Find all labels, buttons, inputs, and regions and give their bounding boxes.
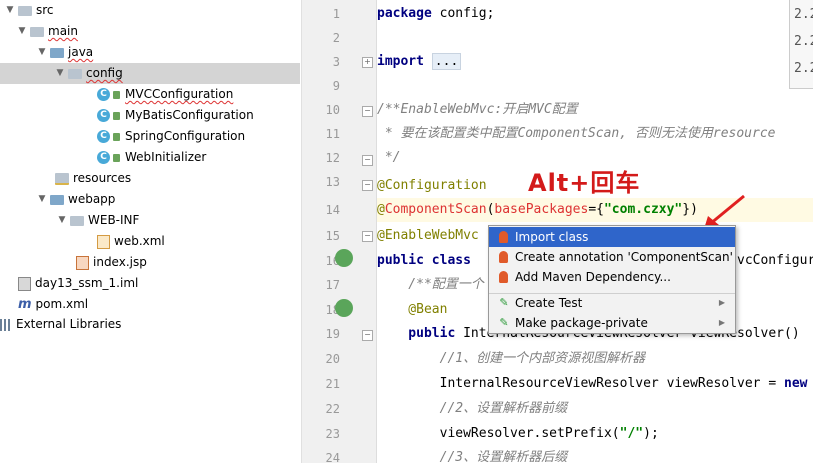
tree-item-mybatisconfiguration[interactable]: C MyBatisConfiguration xyxy=(97,105,254,126)
line-number: 24 xyxy=(325,451,340,465)
tree-item-mvcconfiguration[interactable]: C MVCConfiguration xyxy=(97,84,233,105)
resources-folder-icon xyxy=(55,172,69,185)
expand-arrow-icon[interactable]: ▼ xyxy=(16,21,28,42)
intention-actions-popup: Import class Create annotation 'Componen… xyxy=(488,225,736,334)
web-folder-icon xyxy=(50,194,64,205)
line-number: 13 xyxy=(325,175,340,189)
tree-item-config[interactable]: ▼ config xyxy=(0,63,300,84)
error-bulb-icon xyxy=(499,251,508,263)
line-number: 22 xyxy=(325,402,340,416)
code-line: //3、设置解析器后缀 xyxy=(377,450,568,463)
class-icon: C xyxy=(97,130,110,143)
error-bulb-icon xyxy=(499,231,508,243)
folder-icon xyxy=(18,5,32,16)
pencil-icon: ✎ xyxy=(499,296,509,309)
code-line: //1、创建一个内部资源视图解析器 xyxy=(377,351,646,366)
package-icon xyxy=(68,68,82,79)
tree-item-main[interactable]: ▼ main xyxy=(16,21,78,42)
line-number: 21 xyxy=(325,377,340,391)
code-line: //2、设置解析器前缀 xyxy=(377,401,568,416)
tree-item-webapp[interactable]: ▼ webapp xyxy=(36,189,116,210)
fold-collapse-icon[interactable]: − xyxy=(362,330,373,341)
lock-icon xyxy=(113,132,120,141)
line-number: 3 xyxy=(332,55,340,69)
line-number: 14 xyxy=(325,203,340,217)
module-file-icon xyxy=(18,276,31,291)
source-folder-icon xyxy=(50,47,64,58)
class-icon: C xyxy=(97,88,110,101)
fold-expand-icon[interactable]: + xyxy=(362,57,373,68)
lock-icon xyxy=(113,90,120,99)
project-tree: ▼ src ▼ main ▼ java ▼ config C MVCConfigurati… xyxy=(0,0,302,463)
popup-item-create-test[interactable]: ✎ Create Test ▶ xyxy=(489,293,735,313)
line-number: 16 xyxy=(325,254,340,268)
pencil-icon: ✎ xyxy=(499,316,509,329)
line-number: 1 xyxy=(332,7,340,21)
line-number: 12 xyxy=(325,151,340,165)
code-line: InternalResourceViewResolver viewResolve… xyxy=(377,376,808,391)
code-line: package config; xyxy=(377,6,495,21)
popup-item-import-class[interactable]: Import class xyxy=(489,227,735,247)
spring-bean-gutter-icon[interactable] xyxy=(335,299,353,317)
code-line: viewResolver.setPrefix("/"); xyxy=(377,426,659,441)
folder-icon xyxy=(70,215,84,226)
right-side-panel: 2.2 2.2 2.2 xyxy=(789,0,813,89)
class-icon: C xyxy=(97,151,110,164)
line-number: 10 xyxy=(325,103,340,117)
line-number: 2 xyxy=(332,31,340,45)
expand-arrow-icon[interactable]: ▼ xyxy=(54,63,66,84)
submenu-arrow-icon: ▶ xyxy=(718,318,725,327)
expand-arrow-icon[interactable]: ▼ xyxy=(56,210,68,231)
tree-item-java[interactable]: ▼ java xyxy=(36,42,94,63)
folder-icon xyxy=(30,26,44,37)
line-number: 19 xyxy=(325,327,340,341)
line-number: 20 xyxy=(325,352,340,366)
spring-bean-gutter-icon[interactable] xyxy=(335,249,353,267)
submenu-arrow-icon: ▶ xyxy=(718,298,725,307)
lock-icon xyxy=(113,111,120,120)
tree-item-index-jsp[interactable]: index.jsp xyxy=(76,252,147,273)
tree-item-webinitializer[interactable]: C WebInitializer xyxy=(97,147,206,168)
line-number: 11 xyxy=(325,127,340,141)
code-line: * 要在该配置类中配置ComponentScan, 否则无法使用resource xyxy=(377,126,776,141)
xml-file-icon xyxy=(97,234,110,249)
expand-arrow-icon[interactable]: ▼ xyxy=(4,0,16,21)
collapsed-imports[interactable]: ... xyxy=(431,53,462,70)
expand-arrow-icon[interactable]: ▼ xyxy=(36,189,48,210)
fold-end-icon[interactable]: − xyxy=(362,231,373,242)
line-number: 9 xyxy=(332,79,340,93)
popup-item-create-annotation[interactable]: Create annotation 'ComponentScan' xyxy=(489,247,735,267)
tree-item-iml[interactable]: day13_ssm_1.iml xyxy=(18,273,138,294)
editor-gutter: 1 2 3 9 10 11 12 13 14 15 16 17 18 19 20… xyxy=(302,0,377,465)
tree-item-web-inf[interactable]: ▼ WEB-INF xyxy=(56,210,140,231)
library-icon xyxy=(0,318,12,331)
class-icon: C xyxy=(97,109,110,122)
lock-icon xyxy=(113,153,120,162)
line-number: 23 xyxy=(325,427,340,441)
fold-collapse-icon[interactable]: − xyxy=(362,106,373,117)
tree-item-external-libraries[interactable]: External Libraries xyxy=(0,314,121,335)
shortcut-annotation: Alt+回车 xyxy=(528,169,641,197)
popup-item-add-maven-dependency[interactable]: Add Maven Dependency... xyxy=(489,267,735,287)
jsp-file-icon xyxy=(76,255,89,270)
error-bulb-icon xyxy=(499,271,508,283)
tree-item-pom-xml[interactable]: m pom.xml xyxy=(18,294,88,315)
line-number: 15 xyxy=(325,229,340,243)
tree-item-src[interactable]: ▼ src xyxy=(4,0,54,21)
fold-collapse-icon[interactable]: − xyxy=(362,180,373,191)
code-line: /**EnableWebMvc:开启MVC配置 xyxy=(377,102,578,117)
popup-item-make-package-private[interactable]: ✎ Make package-private ▶ xyxy=(489,313,735,333)
fold-end-icon[interactable]: − xyxy=(362,155,373,166)
code-line: import ... xyxy=(377,50,813,74)
expand-arrow-icon[interactable]: ▼ xyxy=(36,42,48,63)
maven-icon: m xyxy=(18,297,32,312)
tree-item-resources[interactable]: resources xyxy=(55,168,131,189)
tree-item-springconfiguration[interactable]: C SpringConfiguration xyxy=(97,126,245,147)
tree-item-web-xml[interactable]: web.xml xyxy=(97,231,165,252)
line-number: 17 xyxy=(325,278,340,292)
